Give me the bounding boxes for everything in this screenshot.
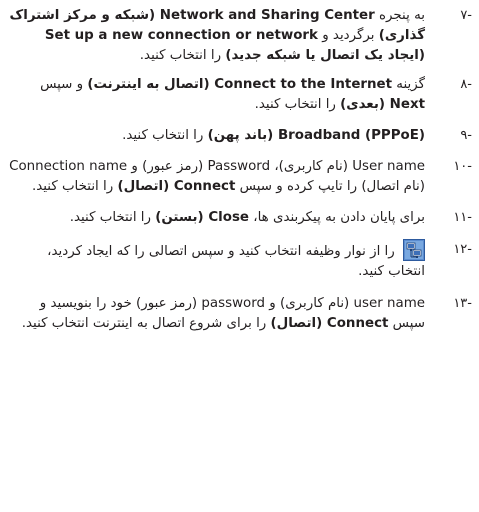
step-text: برای پایان دادن به پیکربندی ها، Close (ب… [8, 208, 425, 228]
step-text: user name (نام کاربری) و password (رمز ع… [8, 294, 425, 334]
step-number: -۹ [460, 128, 472, 143]
step-text-part: برگردید و [317, 28, 379, 43]
connect-to-internet-term: Connect to the Internet (اتصال به اینترن… [87, 77, 393, 92]
step-text-part: را انتخاب کنید. [31, 179, 118, 194]
step-text-part: برای پایان دادن به پیکربندی ها، [249, 210, 425, 225]
close-term: Close (بستن) [155, 210, 250, 225]
step-text: به پنجره Network and Sharing Center (شبک… [8, 6, 425, 66]
step-number: -۷ [460, 8, 472, 23]
step-7: -۷ به پنجره Network and Sharing Center (… [0, 6, 479, 66]
step-text-part: به پنجره [374, 8, 425, 23]
step-text: گزینه Connect to the Internet (اتصال به … [8, 75, 425, 115]
step-text: را از نوار وظیفه انتخاب کنید و سپس اتصال… [8, 239, 425, 282]
step-8: -۸ گزینه Connect to the Internet (اتصال … [0, 75, 479, 115]
step-number: -۱۱ [453, 210, 472, 225]
next-term: Next (بعدی) [340, 97, 425, 112]
step-11: -۱۱ برای پایان دادن به پیکربندی ها، Clos… [0, 208, 479, 228]
step-text: User name (نام کاربری)، Password (رمز عب… [8, 157, 425, 197]
step-number: -۱۳ [453, 296, 472, 311]
step-text-part: را انتخاب کنید. [69, 210, 156, 225]
network-taskbar-icon [403, 239, 425, 261]
step-text-part: گزینه [392, 77, 425, 92]
broadband-pppoe-term: Broadband (PPPoE) (باند پهن) [207, 128, 425, 143]
connect-term: Connect (اتصال) [270, 316, 389, 331]
step-text-part: را برای شروع اتصال به اینترنت انتخاب کنی… [21, 316, 271, 331]
step-text-part: و سپس [40, 77, 88, 92]
step-text-part: را انتخاب کنید. [122, 128, 208, 143]
step-10: -۱۰ User name (نام کاربری)، Password (رم… [0, 157, 479, 197]
step-13: -۱۳ user name (نام کاربری) و password (ر… [0, 294, 479, 334]
step-number: -۱۲ [453, 242, 472, 257]
step-text: Broadband (PPPoE) (باند پهن) را انتخاب ک… [8, 126, 425, 146]
connect-term: Connect (اتصال) [117, 179, 236, 194]
step-12: -۱۲ را از نوار وظیفه انتخاب کنید و سپس ا… [0, 239, 479, 282]
step-text-part: را از نوار وظیفه انتخاب کنید و سپس اتصال… [47, 244, 425, 279]
instruction-page: -۷ به پنجره Network and Sharing Center (… [0, 0, 479, 512]
step-number: -۱۰ [453, 159, 472, 174]
step-text-part: را انتخاب کنید. [139, 48, 226, 63]
step-number: -۸ [460, 77, 472, 92]
step-text-part: را انتخاب کنید. [254, 97, 341, 112]
step-9: -۹ Broadband (PPPoE) (باند پهن) را انتخا… [0, 126, 479, 146]
